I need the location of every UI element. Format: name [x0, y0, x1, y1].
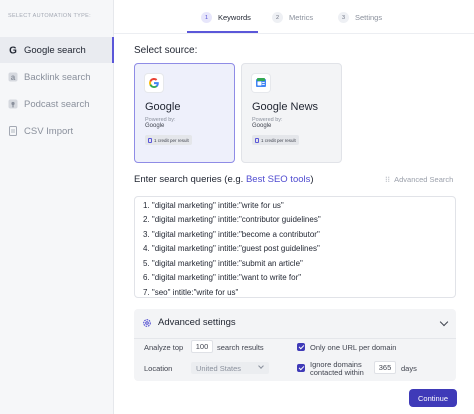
analyze-top-label: Analyze top [144, 343, 184, 352]
step-number: 1 [201, 12, 212, 23]
query-line: 2. "digital marketing" intitle:"contribu… [143, 215, 321, 224]
location-label: Location [144, 364, 173, 373]
google-news-logo-icon [252, 74, 270, 92]
advanced-search-label: Advanced Search [394, 175, 454, 184]
tab-keywords[interactable]: 1 Keywords [201, 12, 251, 23]
select-source-title: Select source: [134, 45, 198, 56]
gear-icon [142, 318, 152, 328]
credit-badge: 1 credit per result [145, 135, 192, 145]
step-label: Keywords [218, 13, 251, 22]
credit-label: 1 credit per result [154, 137, 189, 143]
chevron-down-icon [258, 363, 264, 369]
sidebar-item-csv-import[interactable]: CSV Import [0, 118, 114, 144]
csv-icon [8, 126, 18, 136]
query-title-prefix: Enter search queries (e.g. [134, 174, 246, 185]
step-label: Metrics [289, 13, 314, 22]
query-line: 6. "digital marketing" intitle:"want to … [143, 273, 302, 282]
active-step-indicator [187, 31, 258, 33]
tab-settings[interactable]: 3 Settings [338, 12, 382, 23]
one-url-checkbox[interactable] [297, 343, 305, 351]
sidebar-item-google-search[interactable]: G Google search [0, 37, 114, 63]
source-card-google[interactable]: Google Powered by: Google 1 credit per r… [134, 63, 235, 163]
advanced-settings-panel: Advanced settings Analyze top 100 search… [134, 309, 456, 381]
analyze-top-input[interactable]: 100 [191, 340, 213, 353]
ignore-domains-checkbox[interactable] [297, 364, 305, 372]
steps-divider [114, 33, 474, 34]
podcast-icon [8, 99, 18, 109]
sidebar-heading: SELECT AUTOMATION TYPE: [8, 13, 91, 19]
step-label: Settings [355, 13, 383, 22]
svg-text:a: a [11, 73, 16, 82]
automation-setup-page: SELECT AUTOMATION TYPE: G Google search … [0, 0, 474, 414]
sliders-icon: ⁝⁝ [385, 175, 391, 184]
query-line: 7. "seo" intitle:"write for us" [143, 288, 239, 297]
credit-label: 1 credit per result [261, 137, 296, 143]
location-value: United States [196, 363, 242, 373]
tab-metrics[interactable]: 2 Metrics [272, 12, 313, 23]
continue-button[interactable]: Continue [409, 389, 457, 407]
sidebar: SELECT AUTOMATION TYPE: G Google search … [0, 0, 114, 414]
query-line: 5. "digital marketing" intitle:"submit a… [143, 259, 303, 268]
powered-by-value: Google [145, 123, 165, 129]
step-number: 2 [272, 12, 283, 23]
sidebar-item-label: Backlink search [24, 71, 91, 83]
credit-badge: 1 credit per result [252, 135, 299, 145]
search-queries-title: Enter search queries (e.g. Best SEO tool… [134, 174, 314, 185]
sidebar-item-label: Podcast search [24, 98, 90, 110]
one-url-label: Only one URL per domain [310, 343, 397, 352]
query-line: 4. "digital marketing" intitle:"guest po… [143, 244, 320, 253]
advanced-search-link[interactable]: ⁝⁝ Advanced Search [385, 175, 453, 184]
svg-text:G: G [9, 46, 17, 56]
query-line: 1. "digital marketing" intitle:"write fo… [143, 201, 284, 210]
search-queries-textarea[interactable]: 1. "digital marketing" intitle:"write fo… [134, 196, 456, 298]
sidebar-item-podcast-search[interactable]: Podcast search [0, 91, 114, 117]
backlink-icon: a [8, 72, 18, 82]
card-title: Google [145, 101, 181, 113]
advanced-divider [134, 338, 456, 339]
advanced-settings-toggle[interactable]: Advanced settings [142, 317, 236, 328]
example-query-link[interactable]: Best SEO tools [246, 174, 310, 185]
card-title: Google News [252, 101, 319, 113]
google-icon: G [8, 45, 18, 56]
sidebar-item-backlink-search[interactable]: a Backlink search [0, 64, 114, 90]
query-title-suffix: ) [310, 174, 314, 185]
sidebar-item-label: Google search [24, 44, 86, 56]
ignore-domains-label-2: contacted within [310, 368, 364, 377]
sidebar-item-label: CSV Import [24, 125, 74, 137]
powered-by-value: Google [252, 123, 272, 129]
advanced-settings-title: Advanced settings [158, 317, 236, 328]
credit-icon [255, 137, 259, 143]
ignore-days-input[interactable]: 365 [374, 361, 396, 374]
ignore-days-suffix: days [401, 364, 417, 373]
analyze-top-suffix: search results [217, 343, 264, 352]
query-line: 3. "digital marketing" intitle:"become a… [143, 230, 320, 239]
google-logo-icon [145, 74, 163, 92]
location-select[interactable]: United States [191, 362, 269, 374]
source-card-google-news[interactable]: Google News Powered by: Google 1 credit … [241, 63, 342, 163]
step-number: 3 [338, 12, 349, 23]
credit-icon [148, 137, 152, 143]
chevron-down-icon[interactable] [439, 317, 449, 327]
